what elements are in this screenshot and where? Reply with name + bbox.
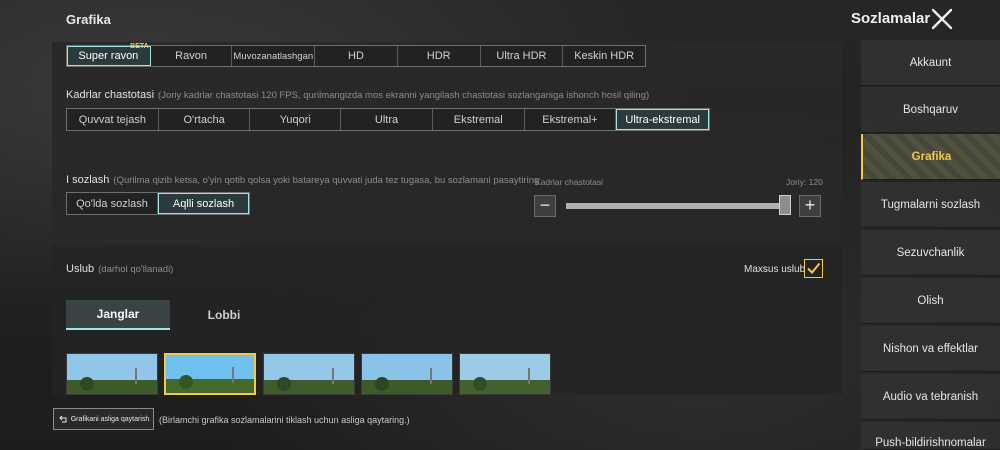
quality-option-label: Super ravon bbox=[78, 50, 139, 62]
frame-rate-option-ekstremal[interactable]: Ekstremal bbox=[432, 109, 525, 130]
i-settings-heading: I sozlash (Qurilma qizib ketsa, o'yin qot… bbox=[66, 174, 539, 186]
quality-option-label: HDR bbox=[426, 50, 451, 62]
style-label: Uslub bbox=[66, 263, 95, 275]
page-title: Grafika bbox=[66, 12, 111, 27]
sidebar-item-akkaunt[interactable]: Akkaunt bbox=[861, 40, 1000, 86]
quality-option-ravon[interactable]: Ravon bbox=[150, 46, 233, 66]
frame-rate-hint: (Joriy kadrlar chastotasi 120 FPS, quril… bbox=[158, 90, 650, 101]
tab-lobbi[interactable]: Lobbi bbox=[172, 300, 276, 330]
style-preview-image bbox=[264, 354, 354, 394]
frame-rate-option-label: Ekstremal+ bbox=[542, 113, 598, 126]
frame-rate-option-ultra[interactable]: Ultra bbox=[341, 109, 433, 130]
quality-option-keskin-hdr[interactable]: Keskin HDR bbox=[563, 46, 646, 66]
sidebar-item-tugmalarni-sozlash[interactable]: Tugmalarni sozlash bbox=[861, 182, 1000, 228]
frame-rate-slider-track[interactable] bbox=[566, 203, 790, 209]
sidebar-item-push-bildirishnomalar[interactable]: Push-bildirishnomalar bbox=[861, 422, 1000, 450]
close-icon bbox=[931, 8, 953, 30]
reset-hint: (Birlamchi grafika sozlamalarini tiklash… bbox=[159, 415, 410, 425]
checkmark-icon bbox=[807, 262, 821, 274]
quality-option-hd[interactable]: HD bbox=[315, 46, 398, 66]
quality-option-label: HD bbox=[348, 50, 364, 62]
slider-thumb[interactable] bbox=[779, 195, 791, 215]
i-settings-option-label: Aqlli sozlash bbox=[172, 197, 235, 210]
frame-rate-option-label: Ekstremal bbox=[453, 113, 503, 126]
beta-badge: BETA bbox=[130, 43, 149, 50]
frame-rate-option-quvvat-tejash[interactable]: Quvvat tejash bbox=[67, 109, 159, 130]
sidebar-item-nishon-va-effektlar[interactable]: Nishon va effektlar bbox=[861, 326, 1000, 372]
frame-rate-option-ultra-ekstremal[interactable]: Ultra-ekstremal bbox=[616, 109, 710, 130]
quality-option-muvozanatlashgan[interactable]: Muvozanatlashgan bbox=[232, 46, 316, 66]
slider-label: Kadrlar chastotasi bbox=[535, 177, 604, 187]
i-settings-option-smart[interactable]: Aqlli sozlash bbox=[158, 193, 249, 214]
style-thumbnail-2[interactable] bbox=[164, 353, 256, 395]
quality-option-ultra-hdr[interactable]: Ultra HDR bbox=[480, 46, 564, 66]
custom-style-label: Maxsus uslub bbox=[744, 264, 806, 275]
i-settings-selector: Qo'lda sozlash Aqlli sozlash bbox=[66, 192, 250, 215]
slider-fill bbox=[566, 203, 784, 209]
sidebar-item-olish[interactable]: Olish bbox=[861, 278, 1000, 324]
sidebar-item-label: Push-bildirishnomalar bbox=[875, 437, 986, 449]
style-thumbnail-1[interactable] bbox=[66, 353, 158, 395]
sidebar-item-boshqaruv[interactable]: Boshqaruv bbox=[861, 87, 1000, 133]
quality-selector: Super ravon BETA Ravon Muvozanatlashgan … bbox=[66, 43, 646, 67]
custom-style-checkbox[interactable] bbox=[804, 259, 823, 278]
frame-rate-option-label: Ultra bbox=[374, 113, 399, 126]
i-settings-option-label: Qo'lda sozlash bbox=[76, 197, 148, 210]
sidebar-item-label: Audio va tebranish bbox=[882, 390, 979, 403]
style-preview-image bbox=[67, 354, 157, 394]
frame-rate-label: Kadrlar chastotasi bbox=[66, 89, 155, 101]
style-preview-image bbox=[460, 354, 550, 394]
top-bar: Grafika Sozlamalar bbox=[0, 0, 1000, 40]
quality-option-label: Ultra HDR bbox=[496, 50, 547, 62]
frame-rate-option-label: Quvvat tejash bbox=[78, 113, 146, 126]
quality-option-label: Ravon bbox=[175, 50, 207, 62]
frame-rate-option-ekstremal-plus[interactable]: Ekstremal+ bbox=[524, 109, 617, 130]
quality-option-super-ravon[interactable]: Super ravon BETA bbox=[67, 43, 151, 66]
sidebar-item-audio-va-tebranish[interactable]: Audio va tebranish bbox=[861, 374, 1000, 420]
frame-rate-option-label: O'rtacha bbox=[183, 113, 225, 126]
slider-minus-button[interactable]: − bbox=[534, 195, 556, 217]
style-thumbnail-4[interactable] bbox=[361, 353, 453, 395]
style-hint: (darhol qo'llanadi) bbox=[98, 264, 174, 275]
quality-option-hdr[interactable]: HDR bbox=[397, 46, 481, 66]
sidebar-item-label: Sezuvchanlik bbox=[896, 246, 965, 259]
style-preview-image bbox=[362, 354, 452, 394]
sidebar-item-label: Boshqaruv bbox=[903, 103, 958, 116]
i-settings-hint: (Qurilma qizib ketsa, o'yin qotib qolsa … bbox=[113, 175, 540, 186]
i-settings-option-manual[interactable]: Qo'lda sozlash bbox=[67, 193, 158, 214]
reset-button-label: Grafikani asliga qaytarish bbox=[70, 415, 150, 423]
style-preview-image bbox=[166, 355, 254, 393]
sidebar-item-label: Tugmalarni sozlash bbox=[880, 198, 981, 211]
sidebar-item-label: Grafika bbox=[911, 150, 952, 163]
sidebar-item-label: Akkaunt bbox=[909, 56, 952, 69]
tab-janglar[interactable]: Janglar bbox=[66, 300, 170, 330]
sidebar-item-sezuvchanlik[interactable]: Sezuvchanlik bbox=[861, 230, 1000, 276]
slider-plus-button[interactable]: + bbox=[799, 195, 821, 217]
frame-rate-option-yuqori[interactable]: Yuqori bbox=[250, 109, 342, 130]
settings-sidebar: Akkaunt Boshqaruv Grafika Tugmalarni soz… bbox=[861, 40, 1000, 450]
reset-graphics-button[interactable]: Grafikani asliga qaytarish bbox=[53, 408, 154, 430]
style-thumbnail-3[interactable] bbox=[263, 353, 355, 395]
frame-rate-option-label: Yuqori bbox=[279, 113, 311, 126]
close-button[interactable] bbox=[930, 7, 954, 31]
sidebar-item-label: Nishon va effektlar bbox=[882, 342, 979, 355]
sidebar-item-label: Olish bbox=[917, 294, 944, 307]
i-settings-label: I sozlash bbox=[66, 174, 110, 186]
frame-rate-option-ortacha[interactable]: O'rtacha bbox=[158, 109, 251, 130]
frame-rate-heading: Kadrlar chastotasi (Joriy kadrlar chastot… bbox=[66, 89, 649, 101]
frame-rate-selector: Quvvat tejash O'rtacha Yuqori Ultra Ekst… bbox=[66, 108, 710, 131]
quality-option-label: Keskin HDR bbox=[574, 50, 635, 62]
style-heading: Uslub (darhol qo'llanadi) bbox=[66, 263, 173, 275]
frame-rate-option-label: Ultra-ekstremal bbox=[625, 113, 700, 126]
style-thumbnail-5[interactable] bbox=[459, 353, 551, 395]
settings-title: Sozlamalar bbox=[851, 10, 931, 27]
slider-current-value: Joriy: 120 bbox=[786, 177, 823, 187]
sidebar-item-grafika[interactable]: Grafika bbox=[861, 134, 1000, 180]
quality-option-label: Muvozanatlashgan bbox=[233, 50, 314, 62]
undo-icon bbox=[58, 415, 67, 423]
